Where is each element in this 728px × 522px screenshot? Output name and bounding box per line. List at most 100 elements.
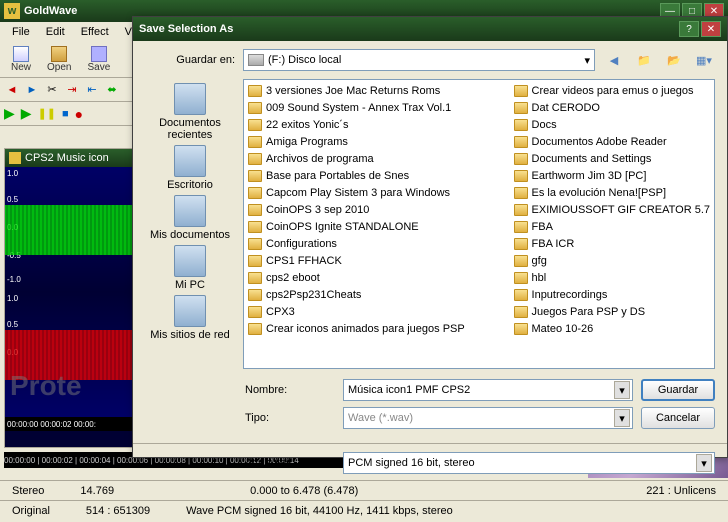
filetype-dropdown[interactable]: Wave (*.wav) ▾ (343, 407, 633, 429)
view-menu-button[interactable]: ▦▾ (693, 49, 715, 71)
folder-icon (514, 255, 528, 267)
folder-label: Documents and Settings (532, 153, 652, 165)
menu-effect[interactable]: Effect (73, 24, 117, 40)
filetype-label: Tipo: (145, 412, 335, 424)
tool-icon[interactable]: ⇤ (84, 82, 100, 98)
tool-icon[interactable]: ⇥ (64, 82, 80, 98)
file-list[interactable]: 3 versiones Joe Mac Returns Roms009 Soun… (243, 79, 715, 369)
tool-icon[interactable]: ⬌ (104, 82, 120, 98)
chevron-down-icon[interactable]: ▾ (696, 454, 712, 472)
folder-item[interactable]: Documents and Settings (512, 150, 712, 167)
menu-edit[interactable]: Edit (38, 24, 73, 40)
folder-item[interactable]: Configurations (246, 235, 508, 252)
cancel-button[interactable]: Cancelar (641, 407, 715, 429)
dialog-close-button[interactable]: ✕ (701, 21, 721, 37)
back-button[interactable]: ◀ (603, 49, 625, 71)
folder-item[interactable]: hbl (512, 269, 712, 286)
folder-label: Dat CERODO (532, 102, 600, 114)
folder-icon (248, 102, 262, 114)
chevron-down-icon[interactable]: ▾ (614, 381, 630, 399)
folder-item[interactable]: CPX3 (246, 303, 508, 320)
folder-item[interactable]: cps2 eboot (246, 269, 508, 286)
folder-item[interactable]: Docs (512, 116, 712, 133)
folder-item[interactable]: CoinOPS Ignite STANDALONE (246, 218, 508, 235)
waveform-canvas[interactable]: 1.0 0.5 0.0 -0.5 -1.0 1.0 0.5 0.0 (5, 167, 133, 417)
desktop-icon (174, 145, 206, 177)
open-button[interactable]: Open (40, 43, 78, 76)
dialog-help-button[interactable]: ? (679, 21, 699, 37)
place-desktop[interactable]: Escritorio (167, 145, 213, 191)
folder-icon (514, 289, 528, 301)
folder-item[interactable]: CoinOPS 3 sep 2010 (246, 201, 508, 218)
chevron-down-icon[interactable]: ▾ (614, 409, 630, 427)
place-documents[interactable]: Mis documentos (150, 195, 230, 241)
stop-button[interactable]: ■ (62, 108, 69, 120)
folder-item[interactable]: Crear videos para emus o juegos (512, 82, 712, 99)
folder-item[interactable]: Crear iconos animados para juegos PSP (246, 320, 508, 337)
folder-icon (514, 153, 528, 165)
filetype-value: Wave (*.wav) (348, 412, 413, 424)
tool-icon[interactable]: ✂ (44, 82, 60, 98)
folder-icon (248, 153, 262, 165)
menu-file[interactable]: File (4, 24, 38, 40)
waveform-right-channel (5, 330, 133, 380)
folder-label: Docs (532, 119, 557, 131)
folder-label: CoinOPS Ignite STANDALONE (266, 221, 419, 233)
folder-label: Configurations (266, 238, 337, 250)
play-sel-button[interactable]: ▶ (21, 105, 32, 122)
save-in-dropdown[interactable]: (F:) Disco local ▾ (243, 49, 595, 71)
place-network[interactable]: Mis sitios de red (150, 295, 229, 341)
folder-item[interactable]: Inputrecordings (512, 286, 712, 303)
place-recent[interactable]: Documentos recientes (145, 83, 235, 141)
folder-item[interactable]: Earthworm Jim 3D [PC] (512, 167, 712, 184)
folder-item[interactable]: EXIMIOUSSOFT GIF CREATOR 5.7 (512, 201, 712, 218)
folder-item[interactable]: Dat CERODO (512, 99, 712, 116)
record-button[interactable]: ● (75, 106, 83, 122)
place-computer[interactable]: Mi PC (174, 245, 206, 291)
folder-label: CoinOPS 3 sep 2010 (266, 204, 369, 216)
folder-label: Es la evolución Nena![PSP] (532, 187, 667, 199)
folder-item[interactable]: cps2Psp231Cheats (246, 286, 508, 303)
folder-item[interactable]: 009 Sound System - Annex Trax Vol.1 (246, 99, 508, 116)
folder-item[interactable]: Capcom Play Sistem 3 para Windows (246, 184, 508, 201)
save-dialog: Save Selection As ? ✕ Guardar en: (F:) D… (132, 16, 728, 458)
save-confirm-button[interactable]: Guardar (641, 379, 715, 401)
folder-item[interactable]: FBA (512, 218, 712, 235)
new-folder-button[interactable]: 📂 (663, 49, 685, 71)
folder-item[interactable]: FBA ICR (512, 235, 712, 252)
folder-item[interactable]: 22 exitos Yonic´s (246, 116, 508, 133)
folder-item[interactable]: Mateo 10-26 (512, 320, 712, 337)
new-button[interactable]: New (4, 43, 38, 76)
tool-icon[interactable]: ► (24, 82, 40, 98)
folder-icon (514, 85, 528, 97)
folder-item[interactable]: Base para Portables de Snes (246, 167, 508, 184)
folder-label: Juegos Para PSP y DS (532, 306, 646, 318)
play-button[interactable]: ▶ (4, 105, 15, 122)
folder-item[interactable]: CPS1 FFHACK (246, 252, 508, 269)
attributes-value: PCM signed 16 bit, stereo (348, 457, 475, 469)
folder-item[interactable]: Juegos Para PSP y DS (512, 303, 712, 320)
folder-item[interactable]: Es la evolución Nena![PSP] (512, 184, 712, 201)
folder-label: EXIMIOUSSOFT GIF CREATOR 5.7 (532, 204, 710, 216)
folder-item[interactable]: Amiga Programs (246, 133, 508, 150)
axis-label: -1.0 (7, 275, 21, 284)
status-range: 0.000 to 6.478 (6.478) (242, 485, 366, 497)
network-icon (174, 295, 206, 327)
folder-icon (248, 238, 262, 250)
folder-label: Inputrecordings (532, 289, 608, 301)
tool-icon[interactable]: ◄ (4, 82, 20, 98)
filename-input[interactable]: Música icon1 PMF CPS2 ▾ (343, 379, 633, 401)
pause-button[interactable]: ❚❚ (38, 107, 56, 120)
folder-item[interactable]: gfg (512, 252, 712, 269)
axis-label: 1.0 (7, 294, 18, 303)
up-button[interactable]: 📁 (633, 49, 655, 71)
folder-icon (514, 187, 528, 199)
recent-icon (174, 83, 206, 115)
attributes-dropdown[interactable]: PCM signed 16 bit, stereo ▾ (343, 452, 715, 474)
folder-label: CPS1 FFHACK (266, 255, 342, 267)
folder-item[interactable]: Documentos Adobe Reader (512, 133, 712, 150)
folder-icon (248, 272, 262, 284)
folder-item[interactable]: 3 versiones Joe Mac Returns Roms (246, 82, 508, 99)
save-button[interactable]: Save (80, 43, 117, 76)
folder-item[interactable]: Archivos de programa (246, 150, 508, 167)
